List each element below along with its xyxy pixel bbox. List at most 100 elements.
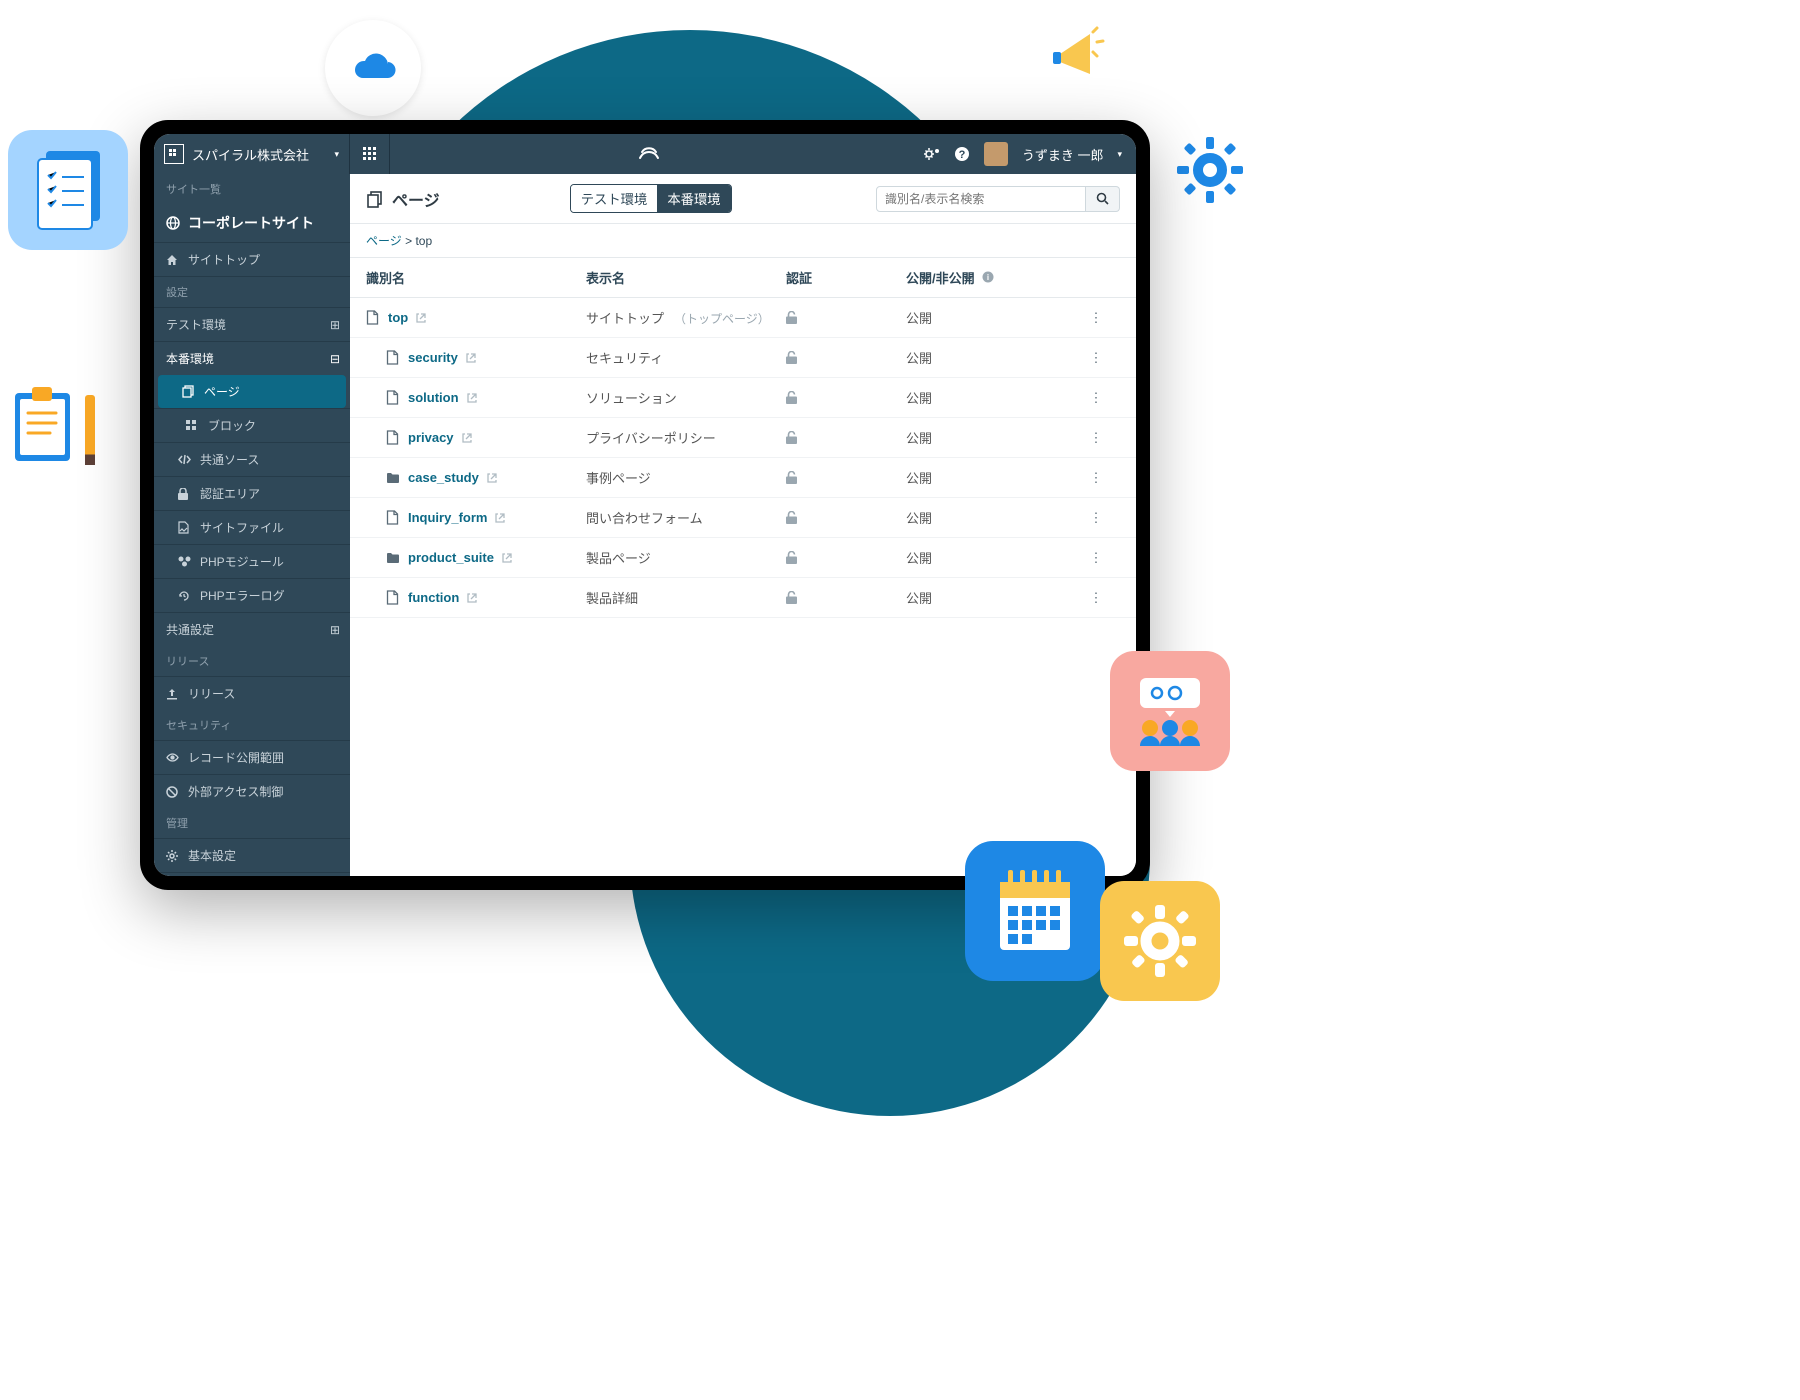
- settings-icon[interactable]: [922, 146, 940, 162]
- row-menu-button[interactable]: ⋮: [1076, 310, 1116, 326]
- external-link-icon[interactable]: [495, 513, 505, 523]
- col-id: 識別名: [366, 268, 586, 287]
- row-visibility: 公開: [906, 388, 1076, 407]
- page-title: ページ: [366, 187, 440, 211]
- sidebar-item-basic-settings[interactable]: 基本設定: [154, 838, 350, 872]
- site-title[interactable]: コーポレートサイト: [154, 204, 350, 242]
- sidebar-item-php-module[interactable]: PHPモジュール: [154, 544, 350, 578]
- code-icon: [178, 454, 192, 465]
- table-row[interactable]: privacyプライバシーポリシー公開⋮: [350, 418, 1136, 458]
- globe-icon: [166, 216, 180, 230]
- security-section-label: セキュリティ: [154, 710, 350, 740]
- sidebar-item-record-scope[interactable]: レコード公開範囲: [154, 740, 350, 774]
- row-visibility: 公開: [906, 308, 1076, 327]
- external-link-icon[interactable]: [467, 393, 477, 403]
- sidebar-item-test-env[interactable]: テスト環境 ⊞: [154, 307, 350, 341]
- table-row[interactable]: Inquiry_form問い合わせフォーム公開⋮: [350, 498, 1136, 538]
- row-menu-button[interactable]: ⋮: [1076, 430, 1116, 446]
- username[interactable]: うずまき 一郎: [1022, 145, 1104, 164]
- row-id-link[interactable]: privacy: [408, 430, 454, 445]
- settings-section-label: 設定: [154, 276, 350, 307]
- search-input[interactable]: [876, 186, 1086, 212]
- plus-icon: ⊞: [330, 318, 340, 332]
- folder-icon: [386, 472, 400, 484]
- file-icon: [386, 430, 400, 445]
- device-frame: スパイラル株式会社 ▾ ? うずまき 一郎 ▾: [140, 120, 1150, 890]
- pages-icon: [366, 190, 384, 208]
- row-id-link[interactable]: Inquiry_form: [408, 510, 487, 525]
- block-icon: [166, 786, 180, 798]
- breadcrumb: ページ > top: [350, 224, 1136, 258]
- table-row[interactable]: case_study事例ページ公開⋮: [350, 458, 1136, 498]
- sidebar-item-external-access[interactable]: 外部アクセス制御: [154, 774, 350, 808]
- row-menu-button[interactable]: ⋮: [1076, 590, 1116, 606]
- table-row[interactable]: function製品詳細公開⋮: [350, 578, 1136, 618]
- row-display: セキュリティ: [586, 348, 786, 367]
- external-link-icon[interactable]: [487, 473, 497, 483]
- page-table: 識別名 表示名 認証 公開/非公開 i topサイトトップ（トップページ）公開⋮…: [350, 258, 1136, 876]
- row-visibility: 公開: [906, 428, 1076, 447]
- row-menu-button[interactable]: ⋮: [1076, 350, 1116, 366]
- brand-logo-icon: [164, 144, 184, 164]
- row-auth: [786, 591, 906, 604]
- release-section-label: リリース: [154, 646, 350, 676]
- sidebar-item-site-file[interactable]: サイトファイル: [154, 510, 350, 544]
- sidebar-item-prod-env[interactable]: 本番環境 ⊟: [154, 341, 350, 375]
- info-icon[interactable]: i: [982, 271, 994, 286]
- env-prod-button[interactable]: 本番環境: [657, 185, 730, 212]
- sidebar-item-php-errorlog[interactable]: PHPエラーログ: [154, 578, 350, 612]
- table-row[interactable]: solution ソリューション 公開⋮: [350, 378, 1136, 418]
- app-switcher-button[interactable]: [350, 134, 390, 174]
- folder-icon: [386, 552, 400, 564]
- row-menu-button[interactable]: ⋮: [1076, 390, 1116, 406]
- external-link-icon[interactable]: [502, 553, 512, 563]
- help-icon[interactable]: ?: [954, 146, 970, 162]
- table-row[interactable]: topサイトトップ（トップページ）公開⋮: [350, 298, 1136, 338]
- table-row[interactable]: securityセキュリティ公開⋮: [350, 338, 1136, 378]
- external-link-icon[interactable]: [467, 593, 477, 603]
- external-link-icon[interactable]: [462, 433, 472, 443]
- row-id-link[interactable]: solution: [408, 390, 459, 405]
- site-list-label: サイト一覧: [154, 174, 350, 204]
- row-menu-button[interactable]: ⋮: [1076, 510, 1116, 526]
- table-row[interactable]: product_suite製品ページ公開⋮: [350, 538, 1136, 578]
- external-link-icon[interactable]: [466, 353, 476, 363]
- row-menu-button[interactable]: ⋮: [1076, 470, 1116, 486]
- row-id-link[interactable]: top: [388, 310, 408, 325]
- row-id-link[interactable]: function: [408, 590, 459, 605]
- site-name: コーポレートサイト: [188, 213, 314, 233]
- external-link-icon[interactable]: [416, 313, 426, 323]
- sidebar-item-auth-area[interactable]: 認証エリア: [154, 476, 350, 510]
- sidebar-item-block[interactable]: ブロック: [154, 408, 350, 442]
- breadcrumb-root[interactable]: ページ: [366, 234, 402, 248]
- search-button[interactable]: [1086, 186, 1120, 212]
- user-avatar[interactable]: [984, 142, 1008, 166]
- row-auth: [786, 391, 906, 404]
- row-auth: [786, 471, 906, 484]
- col-visibility: 公開/非公開 i: [906, 268, 1076, 287]
- sidebar-item-shared-settings[interactable]: 共通設定 ⊞: [154, 612, 350, 646]
- admin-section-label: 管理: [154, 808, 350, 838]
- env-test-button[interactable]: テスト環境: [571, 185, 658, 212]
- row-id-link[interactable]: case_study: [408, 470, 479, 485]
- app-screen: スパイラル株式会社 ▾ ? うずまき 一郎 ▾: [154, 134, 1136, 876]
- svg-text:?: ?: [958, 149, 965, 161]
- sidebar-item-page[interactable]: ページ: [158, 375, 346, 408]
- row-auth: [786, 351, 906, 364]
- sidebar-item-common-source[interactable]: 共通ソース: [154, 442, 350, 476]
- sidebar-item-site-top[interactable]: サイトトップ: [154, 242, 350, 276]
- content-area: ページ テスト環境 本番環境 ページ >: [350, 174, 1136, 876]
- topbar: スパイラル株式会社 ▾ ? うずまき 一郎 ▾: [154, 134, 1136, 174]
- row-display: ソリューション: [586, 388, 786, 407]
- checklist-icon: [8, 130, 128, 250]
- file-icon: [386, 390, 400, 405]
- env-toggle: テスト環境 本番環境: [570, 184, 732, 213]
- brand-selector[interactable]: スパイラル株式会社 ▾: [154, 134, 350, 174]
- breadcrumb-current: top: [415, 234, 432, 248]
- file-icon: [366, 310, 380, 325]
- row-menu-button[interactable]: ⋮: [1076, 550, 1116, 566]
- sidebar-item-site-admin[interactable]: サイト管理者: [154, 872, 350, 876]
- sidebar-item-release[interactable]: リリース: [154, 676, 350, 710]
- row-id-link[interactable]: product_suite: [408, 550, 494, 565]
- row-id-link[interactable]: security: [408, 350, 458, 365]
